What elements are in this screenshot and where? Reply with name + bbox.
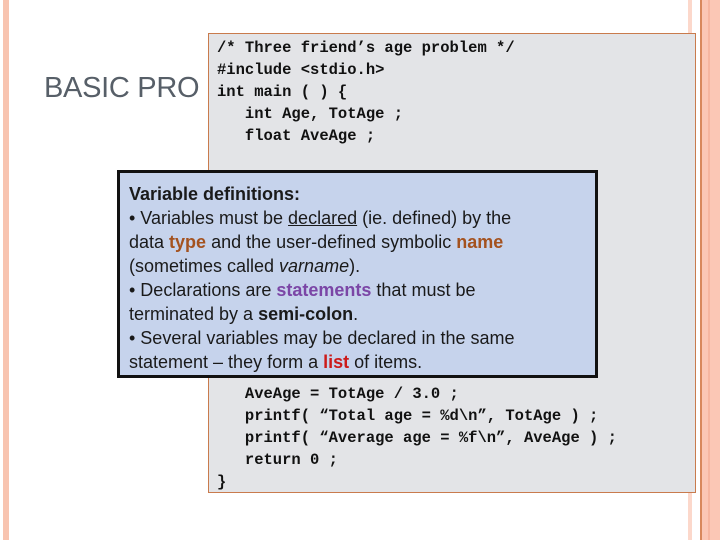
bullet-declared-cont: (sometimes called varname).: [129, 254, 587, 278]
bullet-declared-cont: data type and the user-defined symbolic …: [129, 230, 587, 254]
bullet-statements: • Declarations are statements that must …: [129, 278, 587, 302]
code-line: AveAge = TotAge / 3.0 ;: [217, 385, 459, 403]
right-accent-line: [708, 0, 710, 540]
text: ).: [349, 256, 361, 276]
right-accent-band: [702, 0, 720, 540]
code-line: }: [217, 473, 227, 491]
code-line: #include <stdio.h>: [217, 61, 385, 79]
text: terminated by a: [129, 304, 259, 324]
slide: BASIC PRO /* Three friend’s age problem …: [0, 0, 720, 540]
code-line: printf( “Average age = %f\n”, AveAge ) ;: [217, 429, 617, 447]
varname-term: varname: [279, 256, 350, 276]
variable-definitions-callout: Variable definitions: • Variables must b…: [117, 170, 598, 378]
bullet-list-cont: statement – they form a list of items.: [129, 350, 587, 374]
text: • Declarations are: [129, 280, 277, 300]
text: data: [129, 232, 170, 252]
slide-title: BASIC PRO: [44, 72, 200, 104]
code-line: float AveAge ;: [217, 127, 376, 145]
code-line: int Age, TotAge ;: [217, 105, 404, 123]
bullet-declared: • Variables must be declared (ie. define…: [129, 206, 587, 230]
text: of items.: [349, 352, 423, 372]
statements-term: statements: [276, 280, 372, 300]
code-line: printf( “Total age = %d\n”, TotAge ) ;: [217, 407, 599, 425]
bullet-list: • Several variables may be declared in t…: [129, 328, 515, 348]
right-accent-border: [700, 0, 702, 540]
type-term: type: [169, 232, 207, 252]
code-line: int main ( ) {: [217, 83, 348, 101]
text: (ie. defined) by the: [357, 208, 512, 228]
text: • Variables must be: [129, 208, 289, 228]
code-line: /* Three friend’s age problem */: [217, 39, 515, 57]
bullet-statements-cont: terminated by a semi-colon.: [129, 302, 587, 326]
code-line: return 0 ;: [217, 451, 338, 469]
text: statement – they form a: [129, 352, 324, 372]
text: (sometimes called: [129, 256, 280, 276]
text: .: [353, 304, 359, 324]
callout-heading: Variable definitions:: [129, 184, 301, 204]
list-term: list: [323, 352, 350, 372]
left-accent-stripe: [3, 0, 9, 540]
name-term: name: [456, 232, 504, 252]
semicolon-term: semi-colon: [258, 304, 354, 324]
declared-term: declared: [288, 208, 358, 228]
text: that must be: [371, 280, 476, 300]
text: and the user-defined symbolic: [206, 232, 457, 252]
